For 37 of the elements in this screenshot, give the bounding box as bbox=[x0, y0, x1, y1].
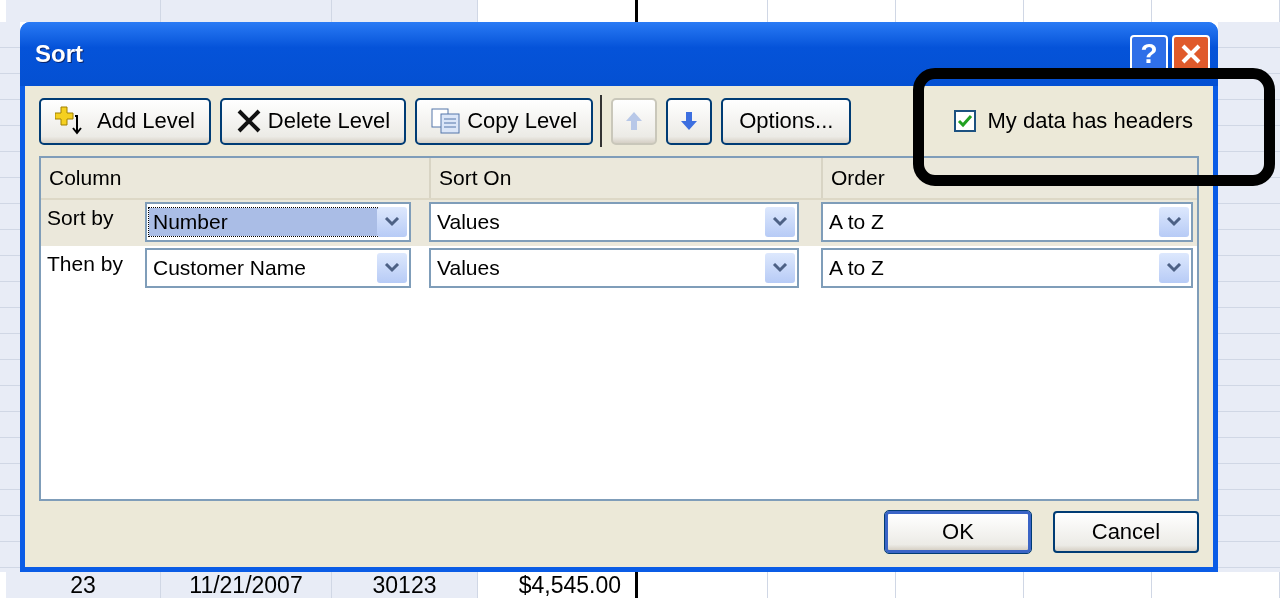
caret-icon bbox=[384, 217, 400, 227]
up-arrow-icon bbox=[625, 111, 644, 131]
column-dropdown[interactable]: Number bbox=[145, 202, 411, 242]
column-header: Column bbox=[49, 166, 122, 190]
headers-checkbox[interactable] bbox=[953, 110, 976, 132]
sort-on-dropdown[interactable]: Values bbox=[429, 248, 799, 288]
sheet-cell: 23 bbox=[6, 572, 161, 598]
sort-on-dropdown[interactable]: Values bbox=[429, 202, 799, 242]
caret-icon bbox=[1166, 217, 1182, 227]
sort-level-row[interactable]: Sort by Number Values A to Z bbox=[41, 200, 1197, 246]
caret-icon bbox=[1166, 263, 1182, 273]
close-icon bbox=[1180, 43, 1202, 65]
order-dropdown[interactable]: A to Z bbox=[821, 248, 1193, 288]
down-arrow-icon bbox=[680, 111, 699, 131]
column-header: Sort On bbox=[439, 166, 512, 190]
column-header: Order bbox=[831, 166, 885, 190]
sheet-cell: 11/21/2007 bbox=[161, 572, 332, 598]
caret-icon bbox=[772, 263, 788, 273]
column-dropdown[interactable]: Customer Name bbox=[145, 248, 411, 288]
level-label: Sort by bbox=[46, 205, 115, 230]
check-icon bbox=[956, 114, 973, 128]
add-level-button[interactable]: Add Level bbox=[39, 97, 211, 145]
options-button[interactable]: Options... bbox=[721, 97, 852, 145]
caret-icon bbox=[772, 217, 788, 227]
cancel-button[interactable]: Cancel bbox=[1053, 511, 1199, 553]
x-icon bbox=[235, 108, 262, 134]
sheet-cell: 30123 bbox=[332, 572, 478, 598]
window-title: Sort bbox=[35, 40, 84, 68]
delete-level-button[interactable]: Delete Level bbox=[219, 97, 407, 145]
level-label: Then by bbox=[46, 251, 124, 276]
checkbox-label: My data has headers bbox=[987, 108, 1193, 134]
caret-icon bbox=[384, 263, 400, 273]
copy-level-button[interactable]: Copy Level bbox=[415, 97, 594, 145]
order-dropdown[interactable]: A to Z bbox=[821, 202, 1193, 242]
ok-button[interactable]: OK bbox=[885, 511, 1031, 553]
move-down-button[interactable] bbox=[666, 97, 713, 145]
copy-icon bbox=[431, 108, 462, 134]
